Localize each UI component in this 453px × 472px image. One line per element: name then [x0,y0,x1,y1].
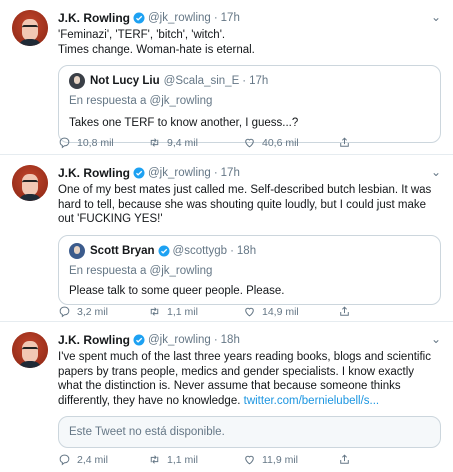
like-button[interactable]: 11,9 mil [243,453,338,466]
reply-context: En respuesta a @jk_rowling [69,264,213,277]
tweet-actions: 10,8 mil 9,4 mil 40,6 mil [58,136,357,149]
quoted-text: Please talk to some queer people. Please… [69,284,285,297]
retweet-button[interactable]: 9,4 mil [148,136,243,149]
quoted-author-handle: @Scala_sin_E [163,75,240,87]
author-handle[interactable]: @jk_rowling [148,334,211,346]
retweet-icon [150,455,159,464]
separator-dot: · [213,12,218,24]
like-button[interactable]: 14,9 mil [243,305,338,318]
separator-dot: · [213,167,218,179]
verified-badge-icon [158,245,170,256]
tweet-header: J.K. Rowling @jk_rowling · 17h [58,10,441,26]
unavailable-tweet-notice: Este Tweet no está disponible. [58,416,441,448]
quoted-tweet[interactable]: Not Lucy Liu @Scala_sin_E · 17h En respu… [58,65,441,143]
reply-icon [59,454,70,466]
reply-icon [59,137,70,149]
quoted-avatar [69,73,85,89]
author-handle[interactable]: @jk_rowling [148,167,211,179]
author-handle[interactable]: @jk_rowling [148,12,211,24]
verified-badge-icon [133,12,145,24]
quoted-time: 17h [249,75,269,87]
retweet-icon [150,307,159,316]
share-icon [340,306,349,316]
avatar[interactable] [12,165,48,201]
author-name[interactable]: J.K. Rowling [58,166,130,180]
reply-icon [59,306,70,318]
quoted-time: 18h [236,244,257,257]
chevron-down-icon[interactable]: ⌄ [431,165,441,179]
separator-dot: · [242,75,247,87]
tweet-text-line: 'Feminazi', 'TERF', 'bitch', 'witch'. [58,29,226,41]
share-icon [340,454,349,464]
reply-button[interactable]: 10,8 mil [58,136,148,149]
like-button[interactable]: 40,6 mil [243,136,338,149]
retweet-count: 1,1 mil [167,305,198,318]
avatar[interactable] [12,10,48,46]
reply-button[interactable]: 3,2 mil [58,305,148,318]
like-count: 11,9 mil [262,453,298,466]
like-count: 40,6 mil [262,136,299,149]
heart-icon [245,455,254,465]
quoted-author-handle: @scottygb [172,244,228,257]
quoted-tweet[interactable]: Scott Bryan @scottygb · 18h En respuesta… [58,234,441,305]
tweet[interactable]: J.K. Rowling @jk_rowling · 17h ⌄ One of … [0,155,453,322]
tweet-text: One of my best mates just called me. Sel… [58,184,432,225]
heart-icon [245,138,254,148]
reply-context: En respuesta a @jk_rowling [69,95,213,107]
tweet-link[interactable]: twitter.com/bernielubell/s... [244,395,380,407]
tweet-text: 'Feminazi', 'TERF', 'bitch', 'witch'. Ti… [58,28,441,57]
tweet-header: J.K. Rowling @jk_rowling · 17h [58,165,441,181]
quoted-author-name: Scott Bryan [90,244,155,257]
share-button[interactable] [338,453,357,466]
reply-button[interactable]: 2,4 mil [58,453,148,466]
tweet[interactable]: J.K. Rowling @jk_rowling · 17h ⌄ 'Femina… [0,0,453,155]
share-icon [340,137,349,147]
tweet-text-line: Times change. Woman-hate is eternal. [58,43,255,56]
tweet-text: I've spent much of the last three years … [58,350,441,408]
reply-count: 3,2 mil [77,305,108,318]
author-name[interactable]: J.K. Rowling [58,11,130,25]
separator-dot: · [213,334,218,346]
quoted-author-name: Not Lucy Liu [90,75,160,87]
reply-count: 10,8 mil [77,136,114,149]
tweet-time[interactable]: 18h [221,334,240,346]
quoted-text: Takes one TERF to know another, I guess.… [69,117,299,129]
verified-badge-icon [133,334,145,346]
author-name[interactable]: J.K. Rowling [58,333,130,347]
tweet-header: J.K. Rowling @jk_rowling · 18h [58,332,441,348]
avatar[interactable] [12,332,48,368]
retweet-icon [150,138,159,147]
reply-count: 2,4 mil [77,453,108,466]
share-button[interactable] [338,136,357,149]
tweet-feed: J.K. Rowling @jk_rowling · 17h ⌄ 'Femina… [0,0,453,472]
like-count: 14,9 mil [262,305,299,318]
tweet-actions: 3,2 mil 1,1 mil 14,9 mil [58,305,357,318]
retweet-button[interactable]: 1,1 mil [148,453,243,466]
tweet-time[interactable]: 17h [221,167,240,179]
separator-dot: · [230,244,234,257]
tweet-time[interactable]: 17h [221,12,240,24]
chevron-down-icon[interactable]: ⌄ [431,332,441,346]
retweet-count: 1,1 mil [167,453,198,466]
verified-badge-icon [133,167,145,179]
heart-icon [245,307,254,317]
tweet[interactable]: J.K. Rowling @jk_rowling · 18h ⌄ I've sp… [0,322,453,472]
retweet-button[interactable]: 1,1 mil [148,305,243,318]
quoted-tweet-header: Not Lucy Liu @Scala_sin_E · 17h [69,73,430,89]
tweet-actions: 2,4 mil 1,1 mil 11,9 mil [58,453,357,466]
share-button[interactable] [338,305,357,318]
quoted-avatar [69,242,85,259]
retweet-count: 9,4 mil [167,136,198,149]
quoted-tweet-header: Scott Bryan @scottygb · 18h [69,242,430,259]
chevron-down-icon[interactable]: ⌄ [431,10,441,24]
